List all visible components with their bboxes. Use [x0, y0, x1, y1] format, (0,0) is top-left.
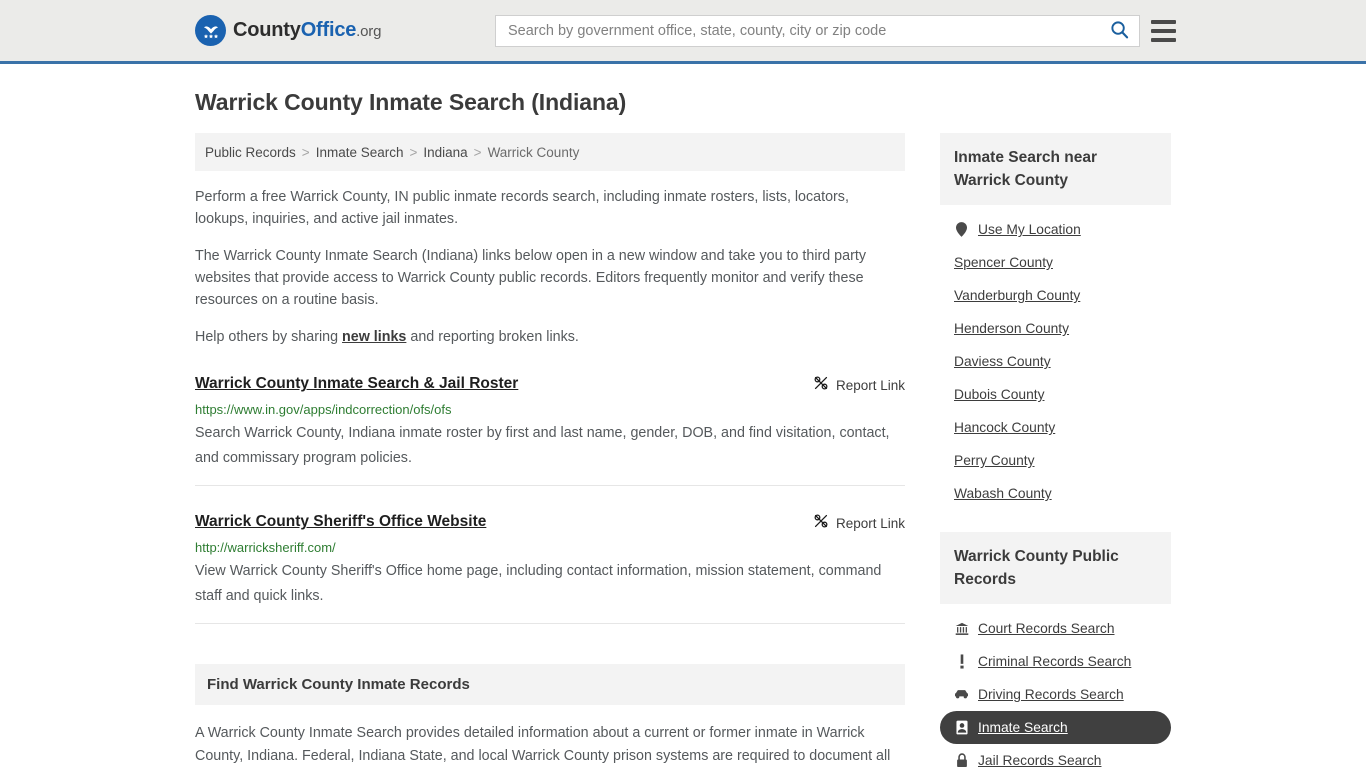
report-link-label: Report Link — [835, 516, 905, 531]
eagle-seal-icon — [195, 15, 226, 46]
logo-text-tld: .org — [356, 23, 382, 40]
breadcrumb-item-warrick-county[interactable]: Warrick County — [488, 145, 580, 160]
sidebar-item-use-my-location[interactable]: Use My Location — [940, 213, 1171, 246]
sidebar-public-records-heading: Warrick County Public Records — [940, 532, 1171, 604]
search-button[interactable] — [1108, 20, 1131, 42]
site-logo-text: CountyOffice.org — [233, 19, 381, 42]
sidebar-item-henderson-county[interactable]: Henderson County — [940, 312, 1171, 345]
sidebar-nearby-list: Use My Location Spencer County Vanderbur… — [940, 205, 1171, 510]
sidebar-item-perry-county[interactable]: Perry County — [940, 444, 1171, 477]
sidebar-item-label: Jail Records Search — [978, 753, 1102, 768]
search-bar[interactable] — [495, 14, 1140, 47]
sidebar-nearby-heading: Inmate Search near Warrick County — [940, 133, 1171, 205]
search-input[interactable] — [508, 22, 1108, 39]
logo-text-office: Office — [300, 19, 357, 41]
sidebar-item-label: Vanderburgh County — [954, 288, 1081, 303]
hamburger-bar-1 — [1151, 19, 1176, 24]
breadcrumb-separator: > — [473, 144, 482, 160]
info-section-heading: Find Warrick County Inmate Records — [195, 664, 905, 705]
page-container: Warrick County Inmate Search (Indiana) P… — [0, 89, 1366, 768]
sidebar-public-records-block: Warrick County Public Records Court Reco… — [940, 532, 1171, 768]
logo-text-county: County — [233, 19, 301, 41]
id-card-icon — [954, 720, 969, 735]
sidebar-nearby-block: Inmate Search near Warrick County Use My… — [940, 133, 1171, 510]
sidebar-item-label: Criminal Records Search — [978, 654, 1132, 669]
info-section: Find Warrick County Inmate Records A War… — [195, 664, 905, 768]
share-text-after: and reporting broken links. — [406, 329, 579, 345]
hamburger-bar-3 — [1151, 37, 1176, 42]
lock-icon — [954, 753, 969, 768]
sidebar-item-label: Spencer County — [954, 255, 1053, 270]
sidebar-item-label: Driving Records Search — [978, 687, 1124, 702]
sidebar-item-inmate-search[interactable]: Inmate Search — [940, 711, 1171, 744]
courthouse-icon — [954, 622, 969, 636]
hamburger-menu-icon[interactable] — [1151, 19, 1176, 42]
sidebar-item-jail-records-search[interactable]: Jail Records Search — [940, 744, 1171, 768]
result-item: Warrick County Inmate Search & Jail Rost… — [195, 374, 905, 486]
info-paragraph: A Warrick County Inmate Search provides … — [195, 725, 891, 764]
site-header: CountyOffice.org — [0, 0, 1366, 64]
sidebar-item-label: Use My Location — [978, 222, 1081, 237]
sidebar-item-label: Hancock County — [954, 420, 1056, 435]
intro-paragraph-2: The Warrick County Inmate Search (Indian… — [195, 248, 866, 308]
share-text-before: Help others by sharing — [195, 329, 343, 345]
sidebar-item-label: Henderson County — [954, 321, 1070, 336]
sidebar-item-dubois-county[interactable]: Dubois County — [940, 378, 1171, 411]
breadcrumb-item-public-records[interactable]: Public Records — [205, 145, 296, 160]
sidebar-item-label: Wabash County — [954, 486, 1052, 501]
report-link-button[interactable]: Report Link — [813, 513, 905, 534]
breadcrumb: Public Records > Inmate Search > Indiana… — [195, 133, 905, 171]
broken-link-icon — [813, 375, 829, 396]
result-header: Warrick County Inmate Search & Jail Rost… — [195, 374, 905, 396]
breadcrumb-item-indiana[interactable]: Indiana — [423, 145, 467, 160]
site-logo[interactable]: CountyOffice.org — [195, 15, 381, 46]
main-content: Public Records > Inmate Search > Indiana… — [195, 133, 905, 768]
new-links-link[interactable]: new links — [342, 329, 406, 345]
breadcrumb-separator: > — [409, 144, 418, 160]
result-url[interactable]: https://www.in.gov/apps/indcorrection/of… — [195, 402, 905, 417]
sidebar-item-vanderburgh-county[interactable]: Vanderburgh County — [940, 279, 1171, 312]
sidebar-item-court-records-search[interactable]: Court Records Search — [940, 612, 1171, 645]
report-link-label: Report Link — [835, 378, 905, 393]
breadcrumb-separator: > — [301, 144, 310, 160]
sidebar-item-hancock-county[interactable]: Hancock County — [940, 411, 1171, 444]
page-title: Warrick County Inmate Search (Indiana) — [195, 89, 627, 115]
sidebar-item-label: Court Records Search — [978, 621, 1115, 636]
result-title-link[interactable]: Warrick County Inmate Search & Jail Rost… — [195, 374, 518, 394]
sidebar-item-driving-records-search[interactable]: Driving Records Search — [940, 678, 1171, 711]
hamburger-bar-2 — [1151, 28, 1176, 33]
sidebar-item-label: Inmate Search — [978, 720, 1068, 735]
sidebar-item-spencer-county[interactable]: Spencer County — [940, 246, 1171, 279]
sidebar-item-label: Perry County — [954, 453, 1035, 468]
sidebar: Inmate Search near Warrick County Use My… — [940, 133, 1171, 768]
sidebar-item-wabash-county[interactable]: Wabash County — [940, 477, 1171, 510]
result-header: Warrick County Sheriff's Office Website … — [195, 512, 905, 534]
content-columns: Public Records > Inmate Search > Indiana… — [195, 133, 1171, 768]
broken-link-icon — [813, 513, 829, 534]
map-pin-icon — [954, 222, 969, 237]
sidebar-item-label: Daviess County — [954, 354, 1051, 369]
intro-paragraph-1: Perform a free Warrick County, IN public… — [195, 189, 849, 227]
search-icon — [1110, 20, 1129, 42]
car-icon — [954, 689, 969, 700]
result-url[interactable]: http://warricksheriff.com/ — [195, 540, 905, 555]
exclamation-icon — [954, 654, 969, 669]
breadcrumb-item-inmate-search[interactable]: Inmate Search — [316, 145, 404, 160]
sidebar-item-criminal-records-search[interactable]: Criminal Records Search — [940, 645, 1171, 678]
sidebar-item-label: Dubois County — [954, 387, 1045, 402]
sidebar-public-records-list: Court Records Search Criminal Records Se… — [940, 604, 1171, 768]
result-description: Search Warrick County, Indiana inmate ro… — [195, 425, 890, 466]
result-description: View Warrick County Sheriff's Office hom… — [195, 563, 882, 604]
intro-paragraph-3: Help others by sharing new links and rep… — [195, 326, 905, 348]
report-link-button[interactable]: Report Link — [813, 375, 905, 396]
result-item: Warrick County Sheriff's Office Website … — [195, 512, 905, 624]
sidebar-item-daviess-county[interactable]: Daviess County — [940, 345, 1171, 378]
result-title-link[interactable]: Warrick County Sheriff's Office Website — [195, 512, 486, 532]
